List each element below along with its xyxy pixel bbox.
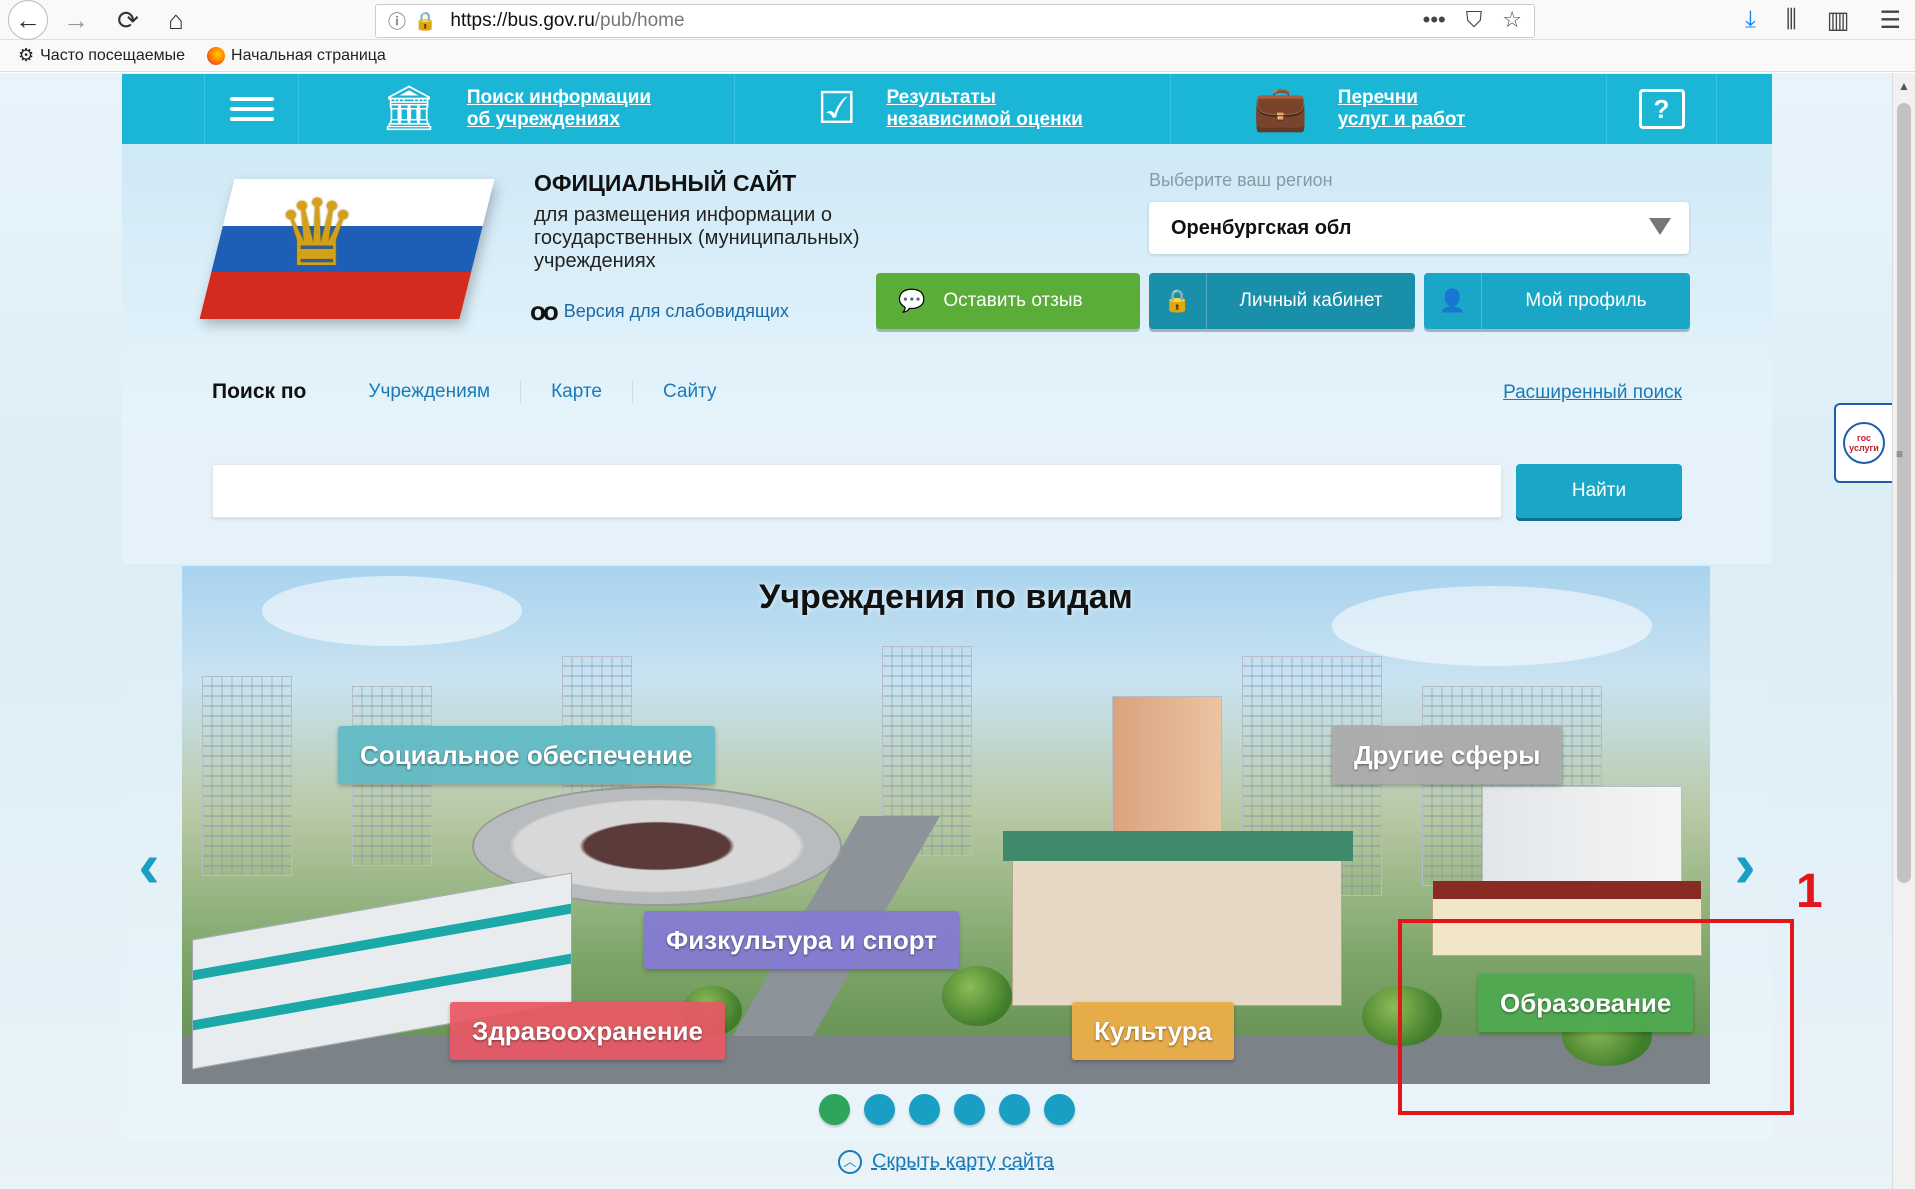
site-header: ♛ ОФИЦИАЛЬНЫЙ САЙТ для размещения информ… — [122, 144, 1772, 424]
carousel-next-icon[interactable]: › — [1724, 833, 1766, 897]
annotation-highlight-box — [1398, 919, 1794, 1115]
checkmark-clipboard-icon: ☑ — [817, 84, 857, 133]
sidebar-icon[interactable]: ▥ — [1827, 6, 1850, 35]
my-profile-button[interactable]: 👤 Мой профиль — [1424, 273, 1690, 329]
speech-bubble-icon: 💬 — [898, 288, 926, 313]
gear-icon: ⚙ — [18, 45, 35, 65]
page-actions-icon[interactable]: ••• — [1423, 7, 1446, 33]
feedback-button[interactable]: 💬 Оставить отзыв — [876, 273, 1140, 329]
reload-button[interactable]: ⟳ — [112, 4, 144, 36]
nav-item-label: Поиск информации об учреждениях — [466, 87, 652, 130]
bookmark-most-visited[interactable]: ⚙ Часто посещаемые — [18, 45, 185, 66]
back-button[interactable]: ← — [8, 0, 48, 40]
browser-toolbar: ← → ⟳ ⌂ ⓘ 🔒 https://bus.gov.ru/pub/home … — [0, 0, 1915, 40]
carousel-dot[interactable] — [909, 1094, 940, 1125]
category-social[interactable]: Социальное обеспечение — [338, 726, 715, 784]
category-culture[interactable]: Культура — [1072, 1002, 1235, 1060]
carousel-title: Учреждения по видам — [759, 578, 1133, 616]
chevron-up-icon: ︿ — [837, 1150, 862, 1174]
low-vision-link[interactable]: oo Версия для слабовидящих — [530, 296, 789, 327]
nav-item-label: Результаты независимой оценки — [886, 87, 1083, 130]
carousel-dot[interactable] — [864, 1094, 895, 1125]
hide-sitemap-link[interactable]: ︿ Скрыть карту сайта — [0, 1150, 1892, 1174]
feedback-label: Оставить отзыв — [943, 290, 1083, 311]
lock-icon: 🔒 — [1149, 273, 1207, 329]
tab-site[interactable]: Сайту — [633, 381, 747, 403]
region-label: Выберите ваш регион — [1149, 170, 1333, 190]
gosuslugi-logo-icon: гос услуги — [1843, 422, 1885, 464]
url-host: https://bus.gov.ru — [450, 10, 595, 31]
carousel-prev-icon[interactable]: ‹ — [128, 833, 170, 897]
profile-label: Мой профиль — [1525, 290, 1647, 311]
low-vision-label: Версия для слабовидящих — [563, 301, 789, 321]
carousel-dot[interactable] — [819, 1094, 850, 1125]
carousel-dot[interactable] — [999, 1094, 1030, 1125]
tree-shape — [942, 966, 1012, 1026]
help-icon: ? — [1638, 89, 1685, 129]
nav-item-label: Перечни услуг и работ — [1337, 87, 1466, 130]
institution-icon: 🏛 — [381, 84, 437, 133]
side-tab-icon[interactable]: ≡ — [1896, 447, 1903, 461]
tab-institutions[interactable]: Учреждениям — [338, 381, 522, 403]
site-title: ОФИЦИАЛЬНЫЙ САЙТ — [534, 170, 797, 196]
category-health[interactable]: Здравоохранение — [450, 1002, 726, 1060]
download-icon[interactable]: ⤓ — [1745, 6, 1756, 34]
hide-sitemap-label: Скрыть карту сайта — [871, 1150, 1055, 1173]
search-input[interactable] — [212, 464, 1502, 518]
site-logo[interactable]: ♛ — [199, 159, 517, 334]
bookmark-start-page[interactable]: Начальная страница — [207, 46, 386, 65]
address-bar[interactable]: ⓘ 🔒 https://bus.gov.ru/pub/home ••• ⛉ ☆ — [375, 4, 1535, 38]
menu-icon[interactable]: ☰ — [1879, 6, 1901, 35]
category-other[interactable]: Другие сферы — [1332, 726, 1563, 784]
briefcase-icon: 💼 — [1253, 84, 1308, 133]
scroll-thumb[interactable] — [1897, 103, 1911, 883]
nav-item-assessment-results[interactable]: ☑ Результаты независимой оценки — [735, 74, 1171, 144]
nav-item-service-lists[interactable]: 💼 Перечни услуг и работ — [1171, 74, 1607, 144]
cabinet-label: Личный кабинет — [1239, 290, 1383, 311]
annotation-number: 1 — [1796, 865, 1823, 918]
hamburger-icon — [229, 91, 274, 127]
carousel-dot[interactable] — [1044, 1094, 1075, 1125]
help-button[interactable]: ? — [1607, 74, 1717, 144]
coat-of-arms-icon: ♛ — [275, 183, 359, 285]
bookmark-label: Начальная страница — [231, 46, 386, 64]
bookmarks-bar: ⚙ Часто посещаемые Начальная страница — [0, 40, 1915, 72]
pocket-icon[interactable]: ⛉ — [1466, 7, 1483, 33]
search-button[interactable]: Найти — [1516, 464, 1682, 518]
theatre-shape — [1003, 831, 1353, 1006]
url-path: /pub/home — [594, 10, 685, 31]
forward-button[interactable]: → — [60, 4, 92, 36]
search-area: Найти — [122, 424, 1772, 564]
personal-cabinet-button[interactable]: 🔒 Личный кабинет — [1149, 273, 1415, 329]
info-icon[interactable]: ⓘ — [388, 8, 406, 34]
bookmark-star-icon[interactable]: ☆ — [1502, 7, 1522, 33]
lock-icon: 🔒 — [414, 10, 437, 31]
carousel-dot[interactable] — [954, 1094, 985, 1125]
region-value: Оренбургская обл — [1171, 216, 1352, 239]
search-by-label: Поиск по — [212, 380, 307, 403]
dropdown-arrow-icon — [1649, 218, 1671, 235]
firefox-icon — [207, 46, 226, 65]
scroll-up-icon[interactable]: ▲ — [1898, 79, 1910, 93]
scrollbar[interactable]: ▲ — [1892, 73, 1915, 1189]
search-by-tabs: Поиск по Учреждениям Карте Сайту — [212, 380, 746, 404]
bookmark-label: Часто посещаемые — [40, 46, 186, 64]
user-icon: 👤 — [1424, 273, 1482, 329]
site-subtitle: для размещения информации о государствен… — [534, 204, 860, 272]
building-shape — [202, 676, 292, 876]
tab-map[interactable]: Карте — [521, 381, 633, 403]
glasses-icon: oo — [530, 296, 559, 326]
category-sport[interactable]: Физкультура и спорт — [644, 911, 960, 969]
region-select[interactable]: Оренбургская обл — [1149, 202, 1689, 254]
gosuslugi-widget[interactable]: гос услуги — [1834, 403, 1892, 483]
nav-item-search-institutions[interactable]: 🏛 Поиск информации об учреждениях — [299, 74, 735, 144]
menu-button[interactable] — [204, 74, 299, 144]
advanced-search-link[interactable]: Расширенный поиск — [1503, 382, 1682, 404]
home-button[interactable]: ⌂ — [160, 4, 192, 36]
site-top-nav: 🏛 Поиск информации об учреждениях ☑ Резу… — [122, 74, 1772, 144]
library-icon[interactable]: ⫼ — [1786, 6, 1797, 34]
